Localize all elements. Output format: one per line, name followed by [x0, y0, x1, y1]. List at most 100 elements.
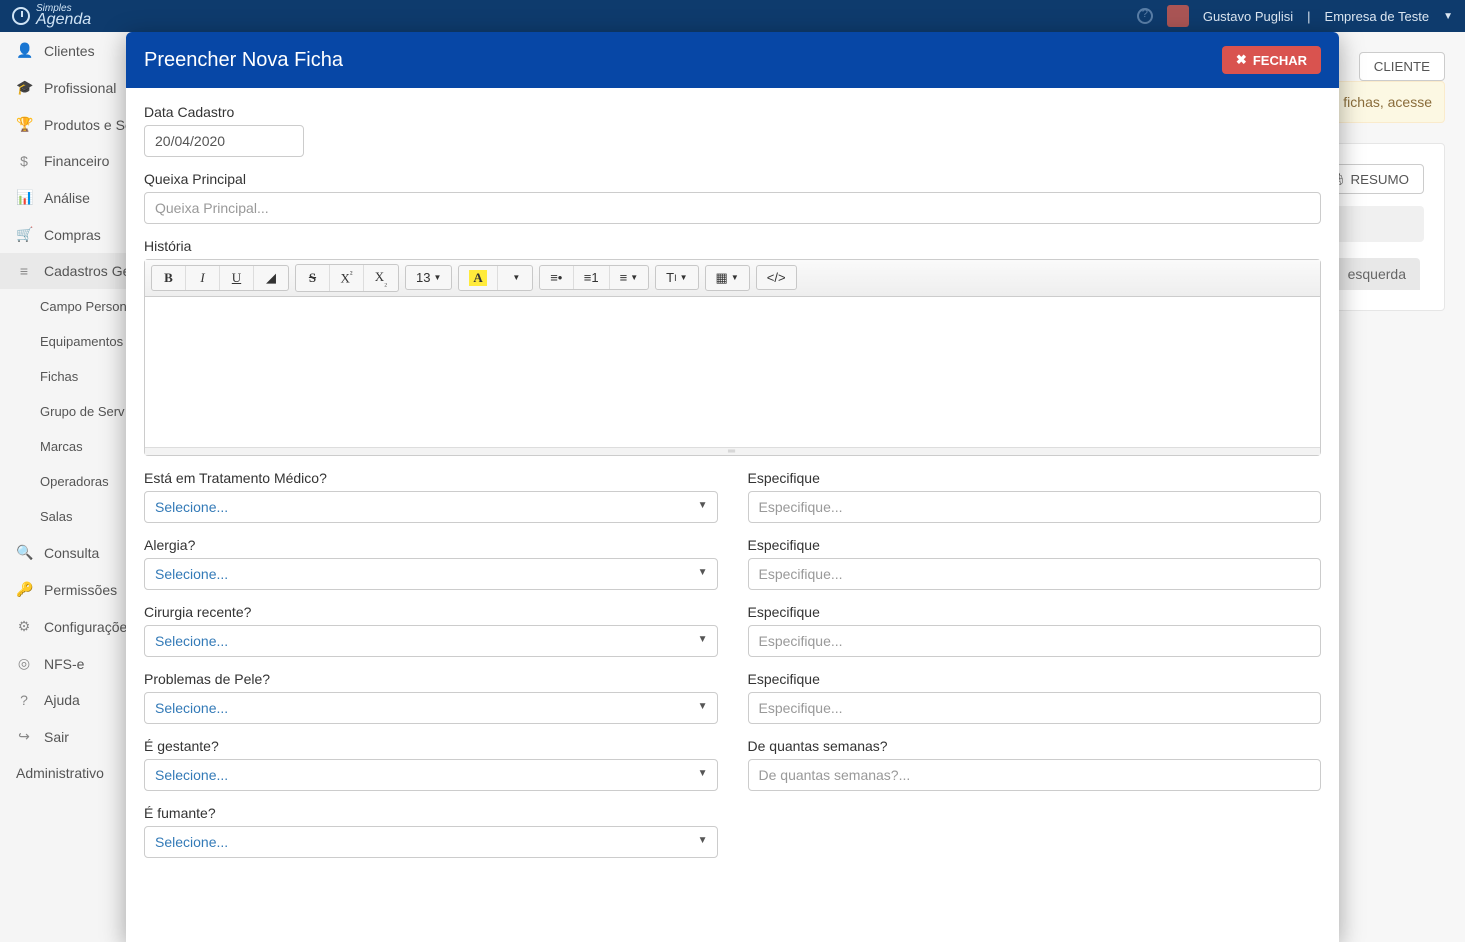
- queixa-input[interactable]: [144, 192, 1321, 224]
- table-icon: ▦: [716, 270, 728, 286]
- list-ol-icon: ≡1: [584, 270, 599, 285]
- especifique-input-4[interactable]: [748, 692, 1322, 724]
- button-label: CLIENTE: [1374, 59, 1430, 74]
- especifique-label-1: Especifique: [748, 470, 1322, 486]
- cirurgia-select[interactable]: Selecione...: [144, 625, 718, 657]
- historia-label: História: [144, 238, 1321, 254]
- code-icon: </>: [767, 270, 786, 285]
- editor-toolbar: B I U ◢ S X² X₂ 13▼ A ▼: [145, 260, 1320, 297]
- trophy-icon: 🏆: [16, 116, 32, 133]
- gear-icon: ⚙: [16, 618, 32, 635]
- sidebar-item-label: Ajuda: [44, 692, 80, 708]
- sidebar-item-label: NFS-e: [44, 656, 84, 672]
- avatar[interactable]: [1167, 5, 1189, 27]
- button-label: FECHAR: [1253, 53, 1307, 68]
- data-cadastro-label: Data Cadastro: [144, 104, 1321, 120]
- highlight-button[interactable]: A: [459, 266, 497, 290]
- data-cadastro-input[interactable]: [144, 125, 304, 157]
- target-icon: ◎: [16, 655, 32, 672]
- cirurgia-label: Cirurgia recente?: [144, 604, 718, 620]
- underline-button[interactable]: U: [220, 266, 254, 290]
- close-icon: ✖: [1236, 52, 1247, 68]
- cart-icon: 🛒: [16, 226, 32, 243]
- sidebar-item-label: Administrativo: [16, 765, 104, 781]
- chart-icon: 📊: [16, 189, 32, 206]
- editor-resize-handle[interactable]: [145, 447, 1320, 455]
- dollar-icon: $: [16, 153, 32, 169]
- subscript-button[interactable]: X₂: [364, 265, 398, 291]
- fumante-select[interactable]: Selecione...: [144, 826, 718, 858]
- user-name[interactable]: Gustavo Puglisi: [1203, 9, 1293, 24]
- align-button[interactable]: ≡▼: [610, 266, 649, 289]
- button-label: RESUMO: [1351, 172, 1410, 187]
- sidebar-item-label: Fichas: [40, 369, 78, 384]
- company-name[interactable]: Empresa de Teste: [1325, 9, 1430, 24]
- top-navbar: Simples Agenda Gustavo Puglisi | Empresa…: [0, 0, 1465, 32]
- sidebar-item-label: Produtos e Se: [44, 117, 133, 133]
- sidebar-item-label: Configurações: [44, 619, 134, 635]
- sidebar-item-label: Grupo de Serv: [40, 404, 125, 419]
- tratamento-select[interactable]: Selecione...: [144, 491, 718, 523]
- search-icon: 🔍: [16, 544, 32, 561]
- fumante-label: É fumante?: [144, 805, 718, 821]
- sidebar-item-label: Financeiro: [44, 153, 109, 169]
- sidebar-item-label: Compras: [44, 227, 101, 243]
- strikethrough-button[interactable]: S: [296, 265, 330, 291]
- brand-text-bottom: Agenda: [36, 13, 91, 27]
- especifique-input-3[interactable]: [748, 625, 1322, 657]
- especifique-input-1[interactable]: [748, 491, 1322, 523]
- sidebar-item-label: Campo Person: [40, 299, 127, 314]
- especifique-label-2: Especifique: [748, 537, 1322, 553]
- gestante-select[interactable]: Selecione...: [144, 759, 718, 791]
- cliente-button[interactable]: CLIENTE: [1359, 52, 1445, 81]
- chevron-down-icon[interactable]: ▼: [1443, 11, 1453, 22]
- modal-header: Preencher Nova Ficha ✖ FECHAR: [126, 32, 1339, 88]
- code-view-button[interactable]: </>: [757, 266, 796, 289]
- tab-esquerda[interactable]: esquerda: [1334, 258, 1420, 290]
- eraser-icon: ◢: [266, 270, 276, 286]
- pele-select[interactable]: Selecione...: [144, 692, 718, 724]
- alergia-label: Alergia?: [144, 537, 718, 553]
- modal-title: Preencher Nova Ficha: [144, 49, 343, 72]
- gestante-label: É gestante?: [144, 738, 718, 754]
- sidebar-item-label: Permissões: [44, 582, 117, 598]
- sidebar-item-label: Operadoras: [40, 474, 109, 489]
- graduation-icon: 🎓: [16, 79, 32, 96]
- text-format-button[interactable]: TI▼: [656, 266, 697, 289]
- unordered-list-button[interactable]: ≡•: [540, 266, 574, 289]
- eraser-button[interactable]: ◢: [254, 266, 288, 290]
- editor-area[interactable]: [145, 297, 1320, 447]
- superscript-button[interactable]: X²: [330, 265, 364, 291]
- alergia-select[interactable]: Selecione...: [144, 558, 718, 590]
- sidebar-item-label: Clientes: [44, 43, 95, 59]
- help-icon[interactable]: [1137, 8, 1153, 24]
- align-icon: ≡: [620, 270, 628, 285]
- especifique-label-3: Especifique: [748, 604, 1322, 620]
- brand-logo[interactable]: Simples Agenda: [12, 4, 91, 27]
- highlight-more-button[interactable]: ▼: [498, 266, 532, 290]
- sidebar-item-label: Salas: [40, 509, 73, 524]
- sidebar-item-label: Consulta: [44, 545, 99, 561]
- table-button[interactable]: ▦▼: [706, 266, 749, 290]
- fontsize-button[interactable]: 13▼: [406, 266, 451, 289]
- question-icon: ?: [16, 692, 32, 708]
- fontsize-value: 13: [416, 270, 430, 285]
- close-button[interactable]: ✖ FECHAR: [1222, 46, 1321, 74]
- queixa-label: Queixa Principal: [144, 171, 1321, 187]
- especifique-label-4: Especifique: [748, 671, 1322, 687]
- sidebar-item-label: Profissional: [44, 80, 116, 96]
- key-icon: 🔑: [16, 581, 32, 598]
- italic-button[interactable]: I: [186, 266, 220, 290]
- especifique-input-2[interactable]: [748, 558, 1322, 590]
- user-icon: 👤: [16, 42, 32, 59]
- clock-icon: [12, 7, 30, 25]
- semanas-input[interactable]: [748, 759, 1322, 791]
- nova-ficha-modal: Preencher Nova Ficha ✖ FECHAR Data Cadast…: [126, 32, 1339, 942]
- rich-text-editor: B I U ◢ S X² X₂ 13▼ A ▼: [144, 259, 1321, 456]
- sidebar-item-label: Cadastros Ger: [44, 263, 135, 279]
- exit-icon: ↪: [16, 728, 32, 745]
- sidebar-item-label: Sair: [44, 729, 69, 745]
- sidebar-item-label: Análise: [44, 190, 90, 206]
- ordered-list-button[interactable]: ≡1: [574, 266, 610, 289]
- bold-button[interactable]: B: [152, 266, 186, 290]
